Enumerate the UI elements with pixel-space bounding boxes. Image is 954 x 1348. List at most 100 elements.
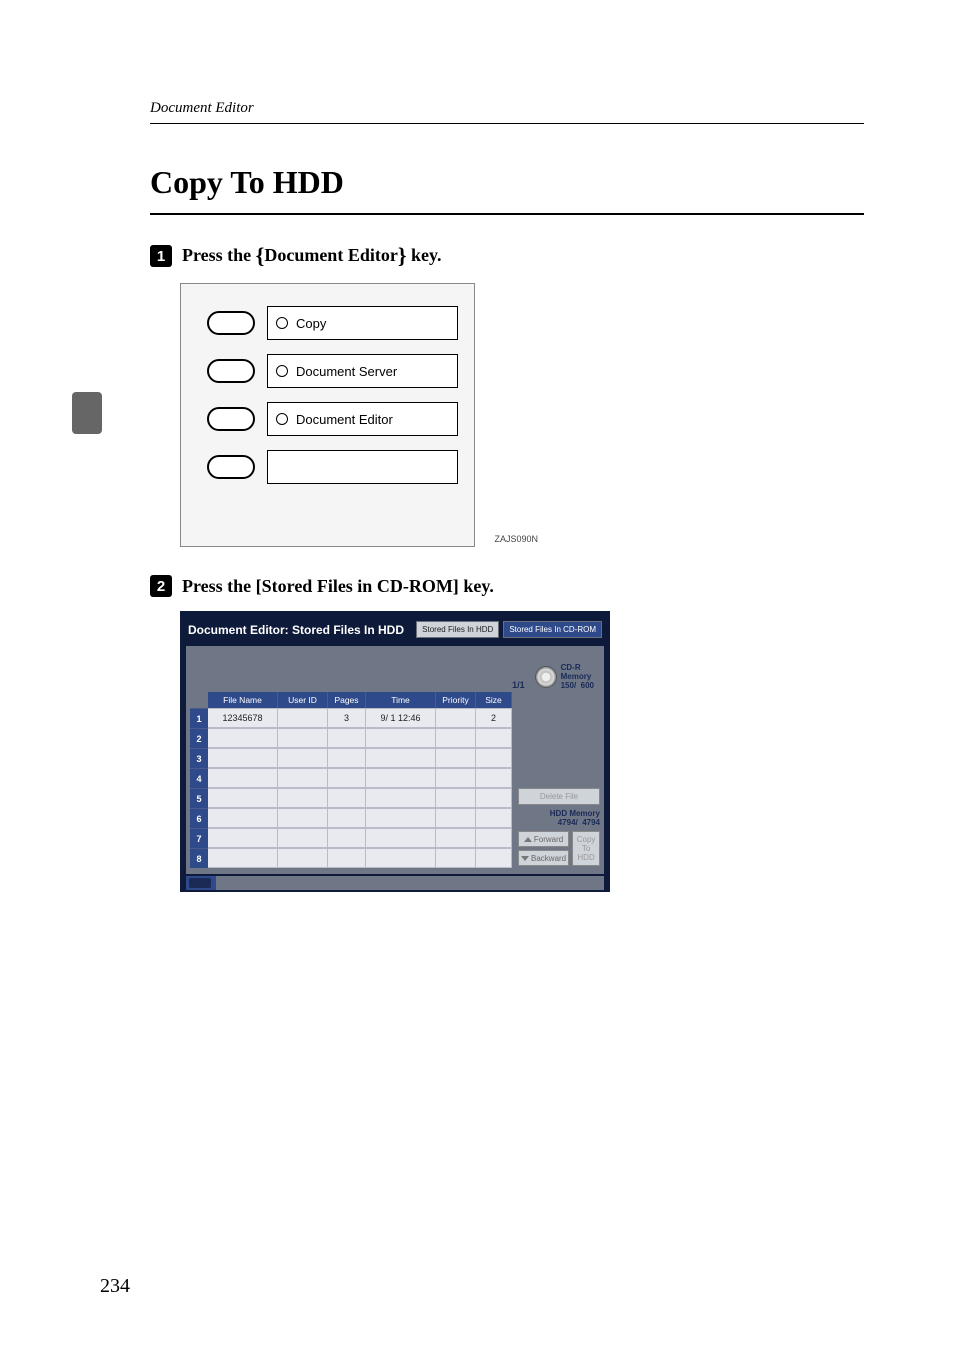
figure-code: ZAJS090N [494, 534, 538, 544]
col-blank [190, 692, 208, 708]
label-document-server: Document Server [267, 354, 458, 388]
col-userid[interactable]: User ID [278, 692, 328, 708]
cell-size: 2 [476, 708, 512, 728]
cell-pages [328, 748, 366, 768]
col-pages[interactable]: Pages [328, 692, 366, 708]
cell-user [278, 768, 328, 788]
tab-stored-cdrom[interactable]: Stored Files In CD-ROM [503, 621, 602, 638]
table-row[interactable]: 4 [190, 768, 512, 788]
label-document-editor: Document Editor [267, 402, 458, 436]
led-icon [276, 317, 288, 329]
page-indicator: 1/1 [512, 680, 525, 690]
table-row[interactable]: 2 [190, 728, 512, 748]
forward-button[interactable]: Forward [518, 831, 569, 847]
running-head: Document Editor [150, 100, 864, 124]
step-2-text: Press the [Stored Files in CD-ROM] key. [182, 576, 494, 597]
cell-user [278, 848, 328, 868]
cell-file [208, 828, 278, 848]
cell-pages [328, 808, 366, 828]
cell-pages [328, 728, 366, 748]
cell-priority [436, 768, 476, 788]
hard-key-copy[interactable] [207, 311, 255, 335]
cell-user [278, 728, 328, 748]
cell-priority [436, 748, 476, 768]
cell-pages [328, 828, 366, 848]
cell-time [366, 808, 436, 828]
cell-size [476, 788, 512, 808]
cell-file [208, 788, 278, 808]
delete-file-button[interactable]: Delete File [518, 788, 600, 805]
triangle-down-icon [521, 856, 529, 861]
cell-time: 9/ 1 12:46 [366, 708, 436, 728]
screen-title: Document Editor: Stored Files In HDD [188, 623, 404, 637]
step-number-1: 1 [150, 245, 172, 267]
cell-size [476, 748, 512, 768]
section-title: Copy To HDD [150, 164, 864, 215]
row-index: 8 [190, 848, 208, 868]
cell-file: 12345678 [208, 708, 278, 728]
cell-time [366, 748, 436, 768]
backward-button[interactable]: Backward [518, 850, 569, 866]
row-index: 3 [190, 748, 208, 768]
row-index: 1 [190, 708, 208, 728]
step-2: 2 Press the [Stored Files in CD-ROM] key… [150, 575, 864, 892]
chapter-tab [72, 392, 102, 434]
col-size[interactable]: Size [476, 692, 512, 708]
cell-size [476, 808, 512, 828]
hard-key-blank[interactable] [207, 455, 255, 479]
hard-key-document-server[interactable] [207, 359, 255, 383]
cell-size [476, 848, 512, 868]
cell-user [278, 748, 328, 768]
cell-time [366, 828, 436, 848]
cell-priority [436, 728, 476, 748]
step-number-2: 2 [150, 575, 172, 597]
copy-to-hdd-button[interactable]: Copy To HDD [572, 831, 600, 866]
table-row[interactable]: 8 [190, 848, 512, 868]
cell-time [366, 768, 436, 788]
hard-key-document-editor[interactable] [207, 407, 255, 431]
cell-file [208, 808, 278, 828]
table-row[interactable]: 112345678 39/ 1 12:46 2 [190, 708, 512, 728]
col-time[interactable]: Time [366, 692, 436, 708]
page-number: 234 [100, 1275, 130, 1298]
row-index: 2 [190, 728, 208, 748]
file-table: File Name User ID Pages Time Priority Si… [190, 692, 512, 868]
table-row[interactable]: 3 [190, 748, 512, 768]
cell-pages [328, 788, 366, 808]
cell-user [278, 788, 328, 808]
row-index: 5 [190, 788, 208, 808]
step-1: 1 Press the {Document Editor} key. Copy … [150, 243, 864, 547]
cell-size [476, 828, 512, 848]
tab-stored-hdd[interactable]: Stored Files In HDD [416, 621, 499, 638]
cell-priority [436, 708, 476, 728]
cell-priority [436, 788, 476, 808]
cell-priority [436, 848, 476, 868]
table-row[interactable]: 7 [190, 828, 512, 848]
screen-footer [186, 876, 604, 890]
cell-pages: 3 [328, 708, 366, 728]
cell-user [278, 708, 328, 728]
led-icon [276, 413, 288, 425]
label-copy: Copy [267, 306, 458, 340]
cell-file [208, 848, 278, 868]
cell-pages [328, 848, 366, 868]
row-index: 6 [190, 808, 208, 828]
triangle-up-icon [524, 837, 532, 842]
cell-priority [436, 828, 476, 848]
cell-size [476, 728, 512, 748]
table-row[interactable]: 6 [190, 808, 512, 828]
cell-pages [328, 768, 366, 788]
col-priority[interactable]: Priority [436, 692, 476, 708]
label-blank [267, 450, 458, 484]
screen-figure: Document Editor: Stored Files In HDD Sto… [180, 611, 610, 892]
cell-file [208, 768, 278, 788]
table-row[interactable]: 5 [190, 788, 512, 808]
cell-user [278, 808, 328, 828]
cell-time [366, 728, 436, 748]
cell-user [278, 828, 328, 848]
col-filename[interactable]: File Name [208, 692, 278, 708]
cell-file [208, 728, 278, 748]
row-index: 4 [190, 768, 208, 788]
cell-time [366, 848, 436, 868]
cell-priority [436, 808, 476, 828]
